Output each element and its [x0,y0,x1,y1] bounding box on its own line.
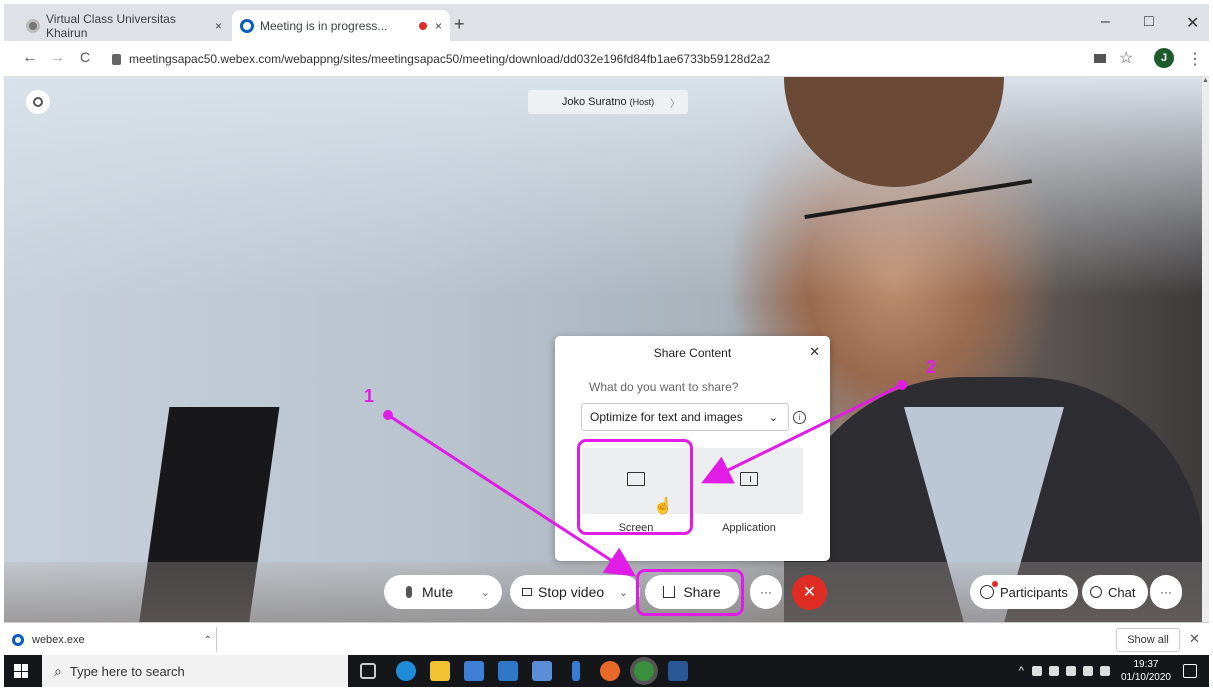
cloud-icon[interactable] [1048,666,1059,676]
webex-icon [240,18,254,33]
browser-menu-icon[interactable]: ⋮ [1187,49,1203,69]
tab-close-icon[interactable]: × [435,19,442,33]
download-item[interactable]: webex.exe ⌃ [12,629,212,651]
chevron-down-icon[interactable]: ⌄ [481,586,490,599]
webex-icon [12,634,24,646]
back-button[interactable]: ← [22,49,38,67]
highlight-share [636,569,744,616]
address-bar[interactable]: meetingsapac50.webex.com/webappng/sites/… [112,47,1112,71]
optimize-select[interactable]: Optimize for text and images ⌄ [581,403,789,431]
tab-close-icon[interactable]: × [215,19,222,33]
meeting-menu-button[interactable] [26,90,50,114]
notifications-icon[interactable] [1183,664,1197,678]
more-panel-options-button[interactable]: ··· [1150,575,1182,609]
tab-meeting[interactable]: Meeting is in progress... × [232,10,450,41]
file-explorer-icon[interactable] [430,661,450,681]
store-icon[interactable] [464,661,484,681]
close-window-button[interactable]: ✕ [1186,13,1199,33]
clock-time: 19:37 [1133,659,1159,670]
system-tray: ^ 19:37 01/10/2020 [1019,655,1197,687]
chat-label: Chat [1108,584,1136,600]
popup-title: Share Content [653,346,732,360]
bookmark-star-icon[interactable]: ☆ [1119,48,1133,68]
firefox-icon[interactable] [600,661,620,681]
windows-taskbar: ⌕ Type here to search ^ 19:37 01/10/2020 [4,655,1209,687]
maximize-button[interactable]: □ [1144,13,1154,31]
word-icon[interactable] [668,661,688,681]
download-bar-close-button[interactable]: ✕ [1189,631,1200,647]
menu-circle-icon [33,97,43,107]
tab-strip: Virtual Class Universitas Khairun × Meet… [4,4,1209,41]
profile-avatar[interactable]: J [1154,48,1174,68]
chevron-up-icon[interactable]: ^ [1019,665,1024,677]
chevron-down-icon[interactable]: ⌄ [619,586,628,599]
chevron-up-icon[interactable]: ⌃ [204,635,212,646]
clock-date: 01/10/2020 [1120,672,1171,683]
end-meeting-button[interactable]: ✕ [792,575,827,610]
optimize-value: Optimize for text and images [590,410,743,424]
minimize-button[interactable]: – [1101,13,1110,31]
annotation-number-2: 2 [926,357,937,377]
address-url: meetingsapac50.webex.com/webappng/sites/… [129,52,771,66]
participants-icon [980,581,998,599]
highlight-screen-option [577,439,693,535]
participants-label: Participants [1000,584,1068,600]
browser-window: Virtual Class Universitas Khairun × Meet… [4,4,1209,687]
download-bar: webex.exe ⌃ Show all ✕ [4,622,1209,655]
taskbar-search-input[interactable]: ⌕ Type here to search [42,655,348,687]
microphone-icon [406,586,412,598]
chevron-right-icon: 〉 [670,98,680,110]
chat-button[interactable]: Chat [1082,575,1148,609]
share-option-application[interactable]: Application [695,448,803,534]
show-all-button[interactable]: Show all [1116,628,1180,652]
camera-icon[interactable] [1094,54,1106,63]
stop-video-button[interactable]: Stop video ⌄ [510,575,640,609]
search-placeholder: Type here to search [69,663,185,679]
new-tab-button[interactable]: + [454,14,465,35]
recording-indicator-icon [418,21,427,30]
mute-button[interactable]: Mute ⌄ [384,575,502,609]
page-scrollbar[interactable]: ▲ [1202,77,1209,622]
winamp-icon[interactable] [572,661,580,681]
host-name: Joko Suratno [561,96,627,108]
divider [216,627,217,652]
reload-button[interactable]: C [80,49,90,65]
annotation-number-1: 1 [364,386,375,406]
browser-toolbar: ← → C meetingsapac50.webex.com/webappng/… [4,41,1209,77]
task-view-icon[interactable] [360,663,376,679]
mute-label: Mute [422,584,454,600]
scroll-up-icon[interactable]: ▲ [1202,77,1209,84]
mail-icon[interactable] [498,661,518,681]
popup-close-button[interactable]: ✕ [809,344,820,360]
more-options-button[interactable]: ··· [750,575,782,609]
lock-icon [112,53,121,65]
download-filename: webex.exe [32,634,85,646]
edge-browser-icon[interactable] [396,661,416,681]
info-icon[interactable]: i [793,411,806,424]
chrome-icon[interactable] [634,661,654,681]
network-icon[interactable] [1082,666,1093,676]
dropbox-icon[interactable] [532,661,552,681]
battery-icon[interactable] [1065,666,1076,676]
globe-icon [26,18,40,33]
tab-label: Virtual Class Universitas Khairun [46,11,176,40]
chat-bubble-icon [1090,586,1102,598]
search-icon: ⌕ [54,662,62,679]
tab-virtual-class[interactable]: Virtual Class Universitas Khairun × [18,10,230,41]
taskbar-clock[interactable]: 19:37 01/10/2020 [1121,658,1171,684]
forward-button[interactable]: → [49,49,65,67]
tab-label: Meeting is in progress... [260,18,388,33]
share-question: What do you want to share? [589,380,739,394]
windows-start-icon[interactable] [14,664,28,678]
usb-icon[interactable] [1031,666,1042,676]
stop-video-label: Stop video [538,584,605,600]
host-label: Joko Suratno (Host) 〉 [528,90,688,114]
option-label-application: Application [722,522,776,534]
video-camera-icon [522,588,532,596]
volume-icon[interactable] [1099,666,1110,676]
host-tag: (Host) [629,97,655,107]
participants-button[interactable]: Participants [970,575,1078,609]
chevron-down-icon: ⌄ [768,411,778,424]
application-window-icon [740,472,758,486]
